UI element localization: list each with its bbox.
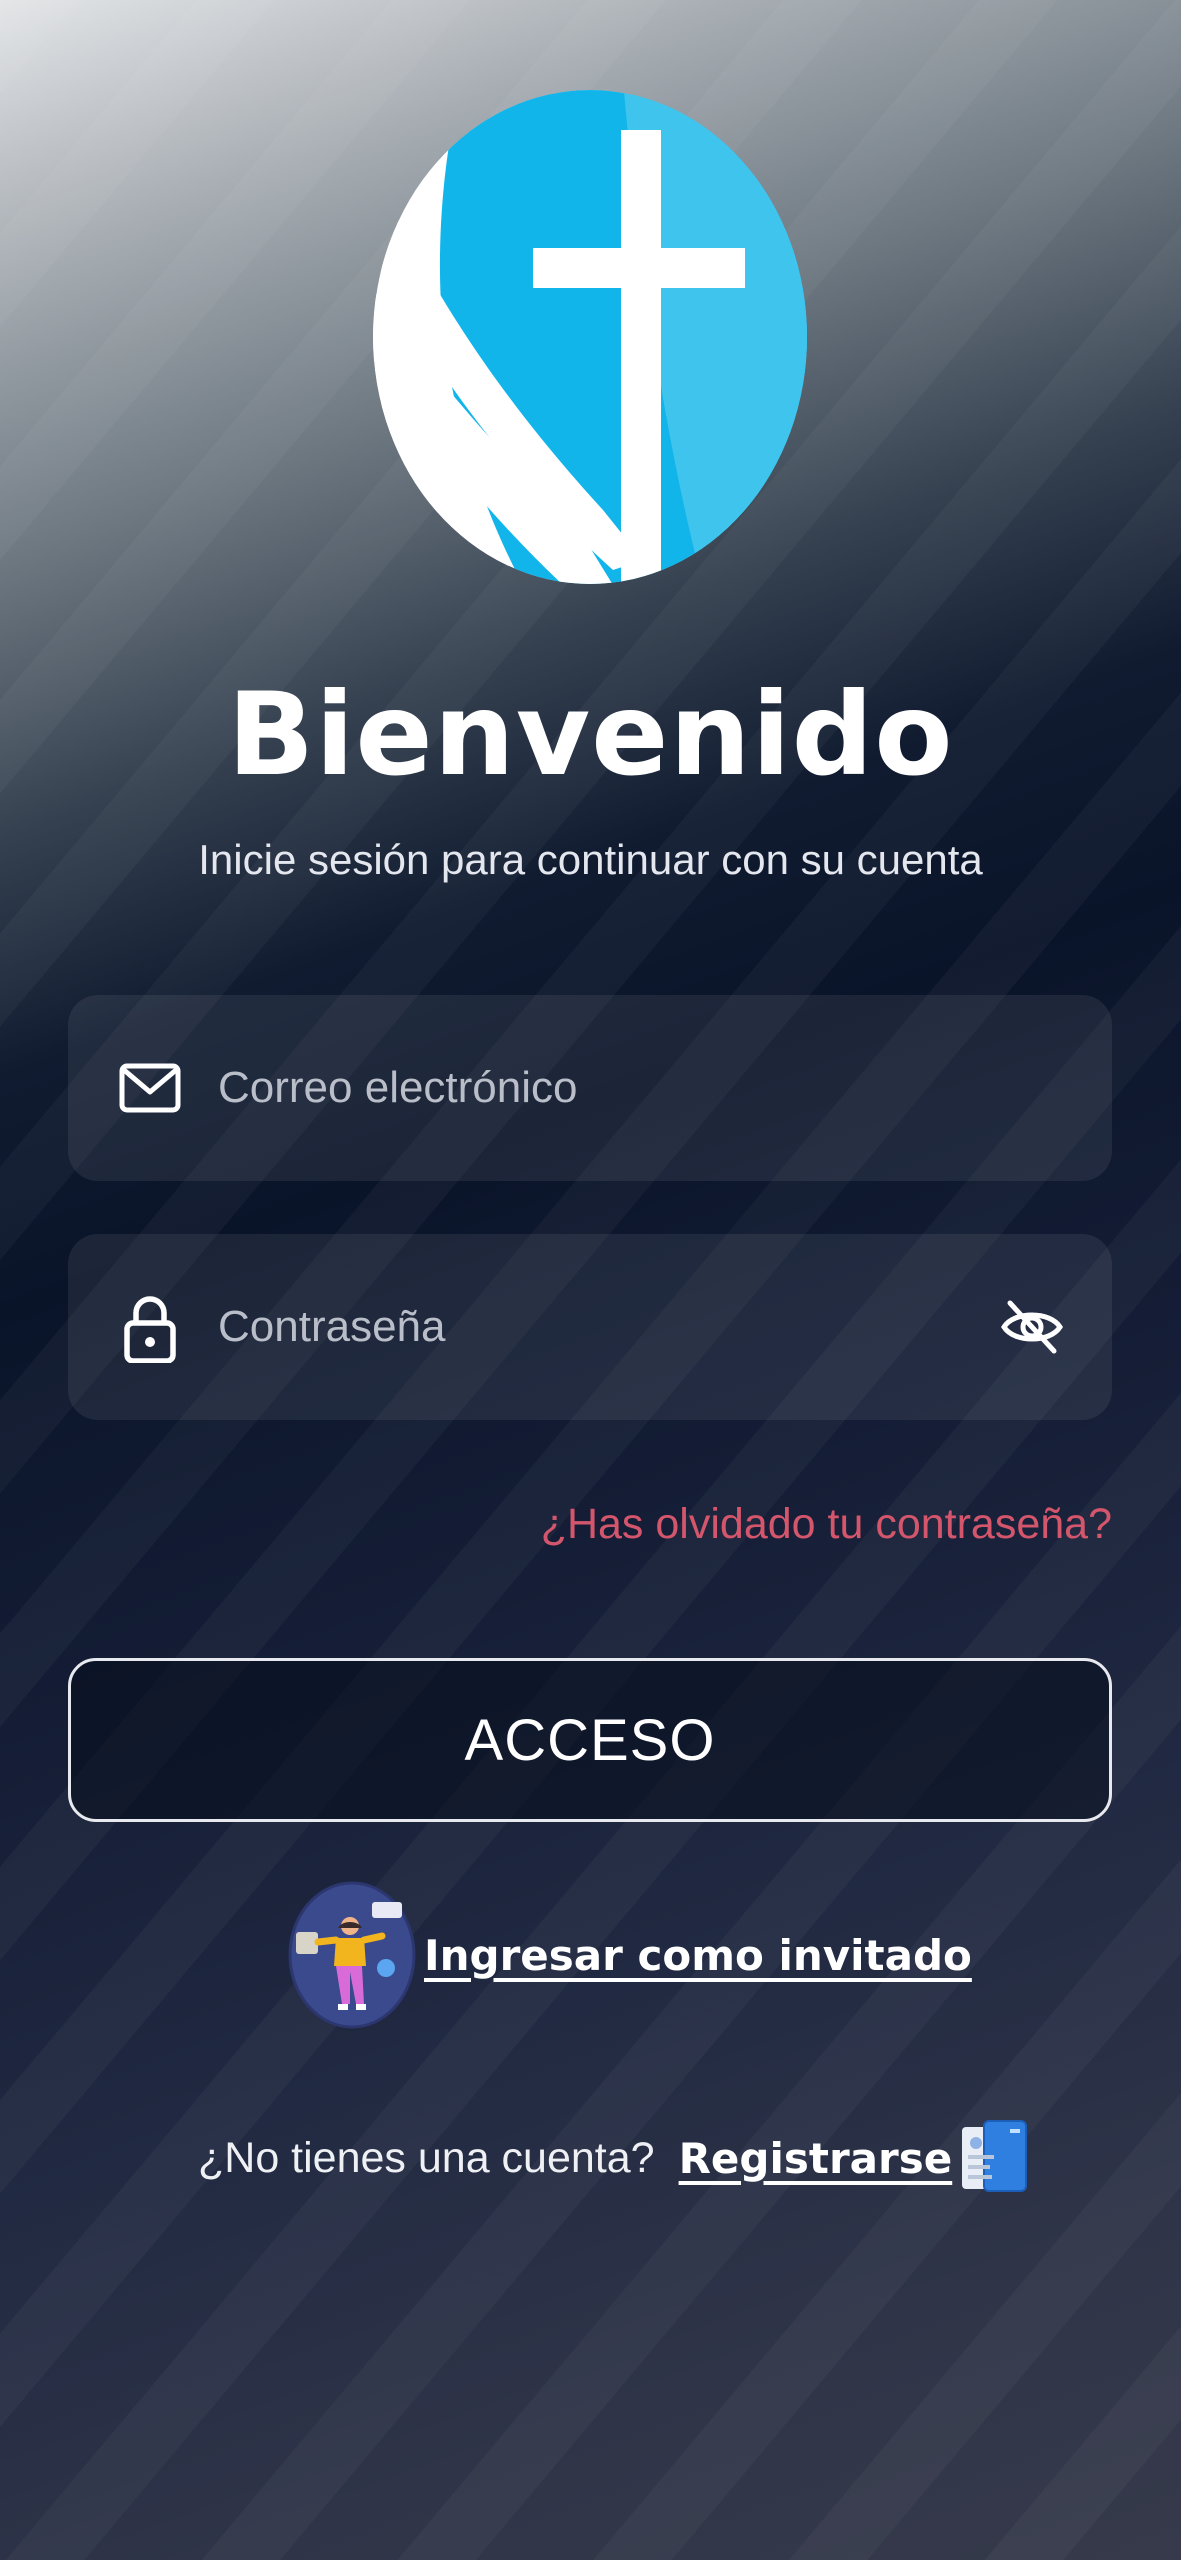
mail-icon — [118, 1052, 182, 1124]
page-subtitle: Inicie sesión para continuar con su cuen… — [198, 836, 983, 883]
document-icon — [958, 2119, 1030, 2197]
guest-avatar-icon — [286, 1880, 418, 2030]
guest-login-button[interactable]: Ingresar como invitado — [286, 1880, 972, 2030]
forgot-password-link[interactable]: ¿Has olvidado tu contraseña? — [541, 1500, 1112, 1549]
cross-logo-icon — [373, 90, 807, 585]
lock-icon — [118, 1291, 182, 1364]
signup-prompt: ¿No tienes una cuenta? — [198, 2133, 655, 2182]
register-link[interactable]: Registrarse — [679, 2134, 953, 2183]
email-input[interactable] — [218, 995, 998, 1181]
signup-row: ¿No tienes una cuenta? Registrarse — [198, 2118, 1030, 2198]
eye-off-icon[interactable] — [1000, 1295, 1064, 1359]
password-field[interactable] — [68, 1234, 1112, 1420]
email-field[interactable] — [68, 995, 1112, 1181]
access-button[interactable]: ACCESO — [68, 1658, 1112, 1822]
password-input[interactable] — [218, 1234, 998, 1420]
guest-login-label[interactable]: Ingresar como invitado — [424, 1931, 972, 1980]
page-title: Bienvenido — [227, 668, 954, 801]
